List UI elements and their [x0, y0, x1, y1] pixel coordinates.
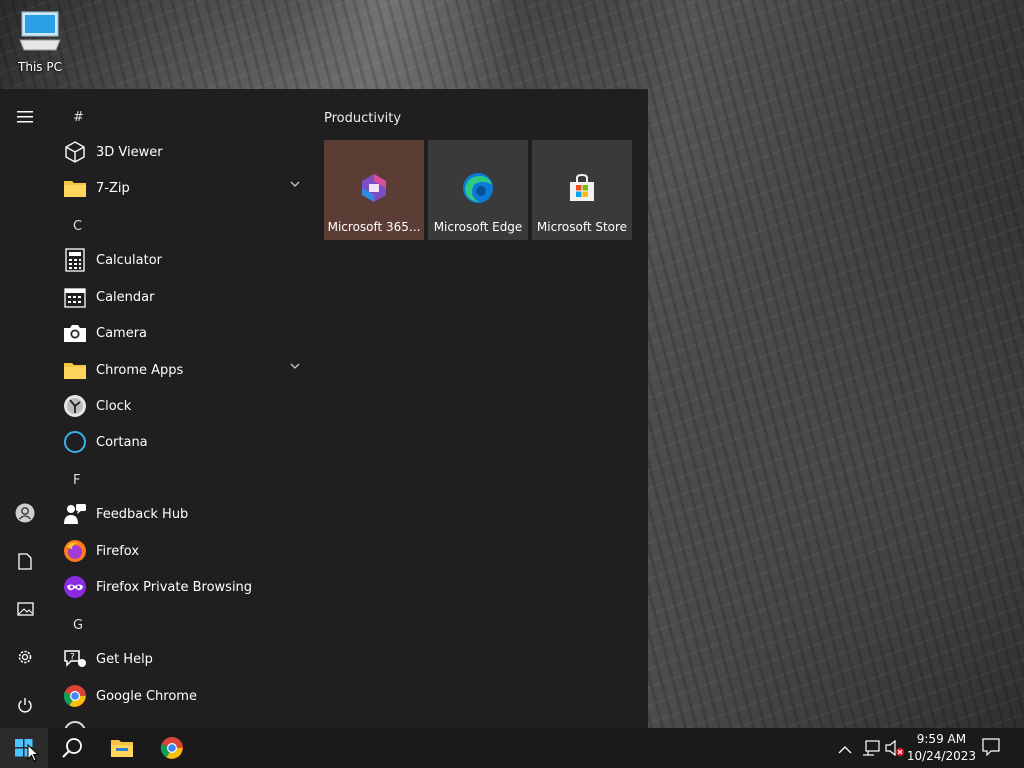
pictures-button[interactable] — [0, 589, 50, 629]
tile-microsoft-edge[interactable]: Microsoft Edge — [428, 140, 528, 240]
section-header-hash[interactable]: # — [73, 110, 84, 125]
feedback-icon — [62, 501, 88, 527]
app-item-calculator[interactable]: Calculator — [62, 243, 312, 277]
show-hidden-icons-button[interactable] — [838, 740, 854, 756]
firefox-icon — [62, 538, 88, 564]
folder-icon — [62, 175, 88, 201]
app-item-get-help[interactable]: ? Get Help — [62, 642, 312, 676]
search-button[interactable] — [48, 728, 96, 768]
chrome-icon — [62, 683, 88, 709]
chrome-taskbar-button[interactable] — [148, 728, 196, 768]
taskbar: 9:59 AM 10/24/2023 — [0, 728, 1024, 768]
user-icon — [15, 503, 35, 523]
clock-date: 10/24/2023 — [906, 749, 976, 763]
camera-icon — [62, 320, 88, 346]
folder-icon — [62, 357, 88, 383]
app-list: # 3D Viewer 7-Zip C Calculator Calendar … — [50, 89, 312, 728]
svg-text:?: ? — [70, 653, 75, 663]
microsoft-365-icon — [362, 174, 386, 202]
desktop-icon-this-pc[interactable]: This PC — [12, 10, 68, 74]
clock-time: 9:59 AM — [916, 732, 967, 746]
desktop-icon-label: This PC — [18, 60, 62, 74]
action-center-button[interactable] — [982, 738, 1000, 760]
hamburger-icon — [17, 111, 33, 123]
document-icon — [18, 552, 32, 570]
chevron-up-icon — [838, 746, 852, 754]
cube-icon — [62, 139, 88, 165]
tile-microsoft-store[interactable]: Microsoft Store — [532, 140, 632, 240]
file-explorer-icon — [111, 740, 133, 757]
pictures-icon — [16, 602, 34, 616]
app-item-cortana[interactable]: Cortana — [62, 425, 312, 459]
network-icon — [863, 740, 880, 756]
power-icon — [18, 697, 32, 712]
user-account-button[interactable] — [0, 493, 50, 533]
notification-icon — [982, 738, 1000, 757]
documents-button[interactable] — [0, 541, 50, 581]
help-icon: ? — [62, 646, 88, 672]
app-item-firefox-private[interactable]: Firefox Private Browsing — [62, 570, 312, 604]
start-rail — [0, 89, 50, 728]
section-header-c[interactable]: C — [73, 219, 82, 234]
app-item-camera[interactable]: Camera — [62, 316, 312, 350]
network-button[interactable] — [862, 739, 880, 761]
app-item-google-chrome[interactable]: Google Chrome — [62, 679, 312, 713]
cortana-icon — [62, 429, 88, 455]
tile-group-title[interactable]: Productivity — [324, 111, 401, 126]
app-item-chrome-apps[interactable]: Chrome Apps — [62, 353, 312, 387]
chrome-icon — [160, 737, 183, 759]
search-icon — [62, 738, 82, 758]
start-button[interactable] — [0, 728, 48, 768]
app-item-calendar[interactable]: Calendar — [62, 280, 312, 314]
volume-muted-icon — [885, 739, 904, 757]
firefox-private-icon — [62, 574, 88, 600]
store-icon — [570, 173, 594, 201]
file-explorer-button[interactable] — [98, 728, 146, 768]
app-item-clock[interactable]: Clock — [62, 389, 312, 423]
expand-menu-button[interactable] — [0, 97, 50, 137]
section-header-f[interactable]: F — [73, 473, 80, 488]
section-header-g[interactable]: G — [73, 618, 83, 633]
power-button[interactable] — [0, 685, 50, 725]
computer-icon — [19, 11, 61, 51]
calendar-icon — [62, 284, 88, 310]
volume-button[interactable] — [885, 739, 905, 761]
tile-microsoft-365[interactable]: Microsoft 365... — [324, 140, 424, 240]
chevron-down-icon — [290, 363, 300, 369]
clock-icon — [62, 393, 88, 419]
app-item-feedback-hub[interactable]: Feedback Hub — [62, 497, 312, 531]
app-item-7-zip[interactable]: 7-Zip — [62, 171, 312, 205]
app-item-3d-viewer[interactable]: 3D Viewer — [62, 135, 312, 169]
system-clock[interactable]: 9:59 AM 10/24/2023 — [907, 731, 976, 765]
start-menu: # 3D Viewer 7-Zip C Calculator Calendar … — [0, 89, 648, 728]
app-item-partial[interactable] — [62, 715, 312, 728]
edge-icon — [463, 173, 493, 203]
mouse-cursor-icon — [27, 744, 39, 762]
chevron-down-icon — [290, 181, 300, 187]
calculator-icon — [62, 247, 88, 273]
settings-button[interactable] — [0, 637, 50, 677]
app-icon — [62, 719, 88, 728]
gear-icon — [18, 650, 32, 664]
app-item-firefox[interactable]: Firefox — [62, 534, 312, 568]
